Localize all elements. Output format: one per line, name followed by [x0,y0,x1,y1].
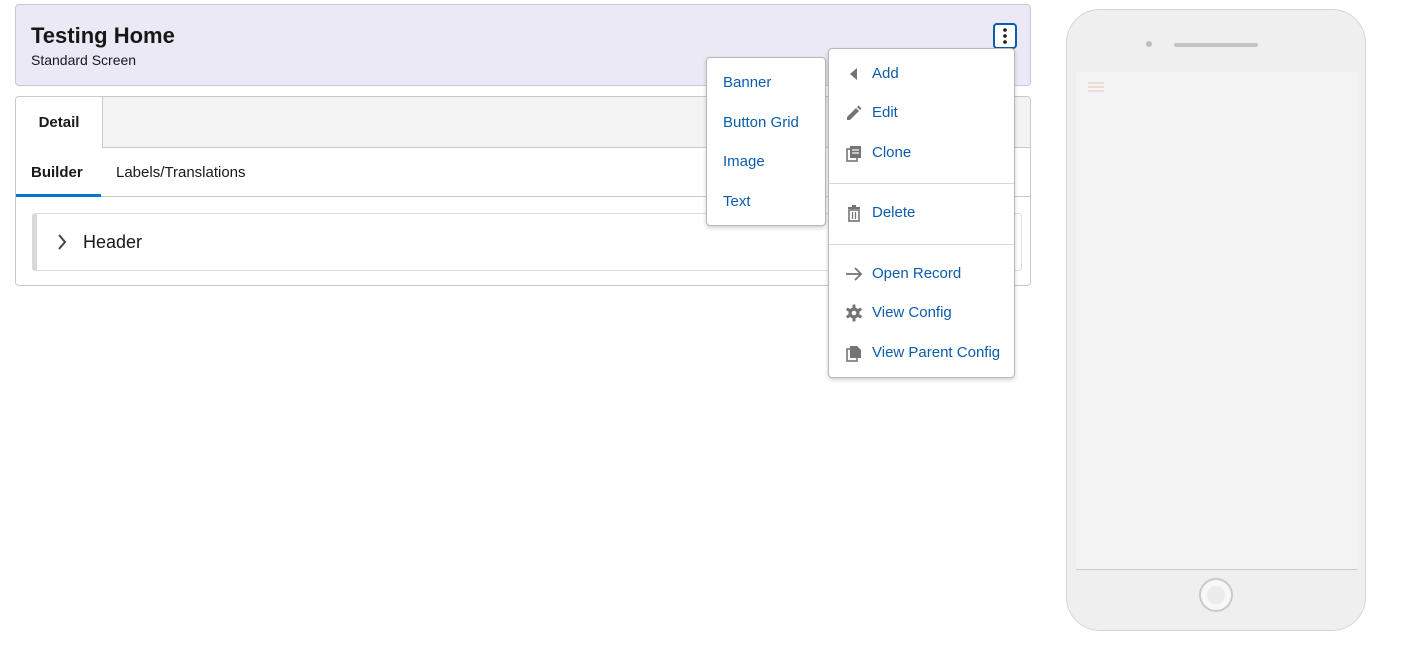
more-actions-button[interactable] [993,23,1017,49]
gear-icon [846,304,862,322]
phone-home-button [1199,578,1233,612]
left-arrow-icon [850,68,857,80]
menu-item-clone[interactable]: Clone [829,136,1014,170]
submenu-item-button-grid[interactable]: Button Grid [723,114,799,131]
menu-divider [829,244,1014,245]
menu-item-label: View Config [872,304,952,321]
document-icon [846,346,861,362]
section-label: Header [83,232,143,252]
tab-detail[interactable]: Detail [16,97,103,148]
page-title: Testing Home [31,23,175,48]
chevron-right-icon [58,234,67,250]
copy-icon [846,146,861,162]
submenu-item-text[interactable]: Text [723,193,751,210]
subtab-builder[interactable]: Builder [16,148,101,197]
menu-item-label: Delete [872,204,916,221]
hamburger-menu-icon[interactable] [1088,82,1104,92]
arrow-right-icon [846,267,863,281]
menu-item-label: View Parent Config [872,344,1001,361]
menu-item-view-parent-config[interactable]: View Parent Config [829,336,1014,370]
phone-preview [1066,9,1366,631]
menu-item-edit[interactable]: Edit [829,96,1014,130]
phone-camera [1146,41,1152,47]
add-submenu: Banner Button Grid Image Text [706,57,826,226]
menu-item-label: Add [872,65,899,82]
menu-item-label: Open Record [872,265,962,282]
menu-item-label: Edit [872,104,898,121]
menu-divider [829,183,1014,184]
submenu-item-banner[interactable]: Banner [723,74,771,91]
menu-item-view-config[interactable]: View Config [829,296,1014,330]
trash-icon [848,205,860,222]
submenu-item-image[interactable]: Image [723,153,765,170]
pencil-icon [847,105,862,120]
subtab-labels-translations[interactable]: Labels/Translations [116,148,246,197]
page-subtitle: Standard Screen [31,52,137,68]
menu-item-open-record[interactable]: Open Record [829,257,1014,291]
phone-screen [1076,72,1357,570]
menu-item-delete[interactable]: Delete [829,196,1014,230]
phone-speaker [1174,43,1258,47]
actions-dropdown: Add Edit Clone Delete Open Record View C… [828,48,1015,378]
vertical-dots-icon [1003,28,1007,44]
menu-item-label: Clone [872,144,912,161]
menu-item-add[interactable]: Add [829,57,1014,91]
